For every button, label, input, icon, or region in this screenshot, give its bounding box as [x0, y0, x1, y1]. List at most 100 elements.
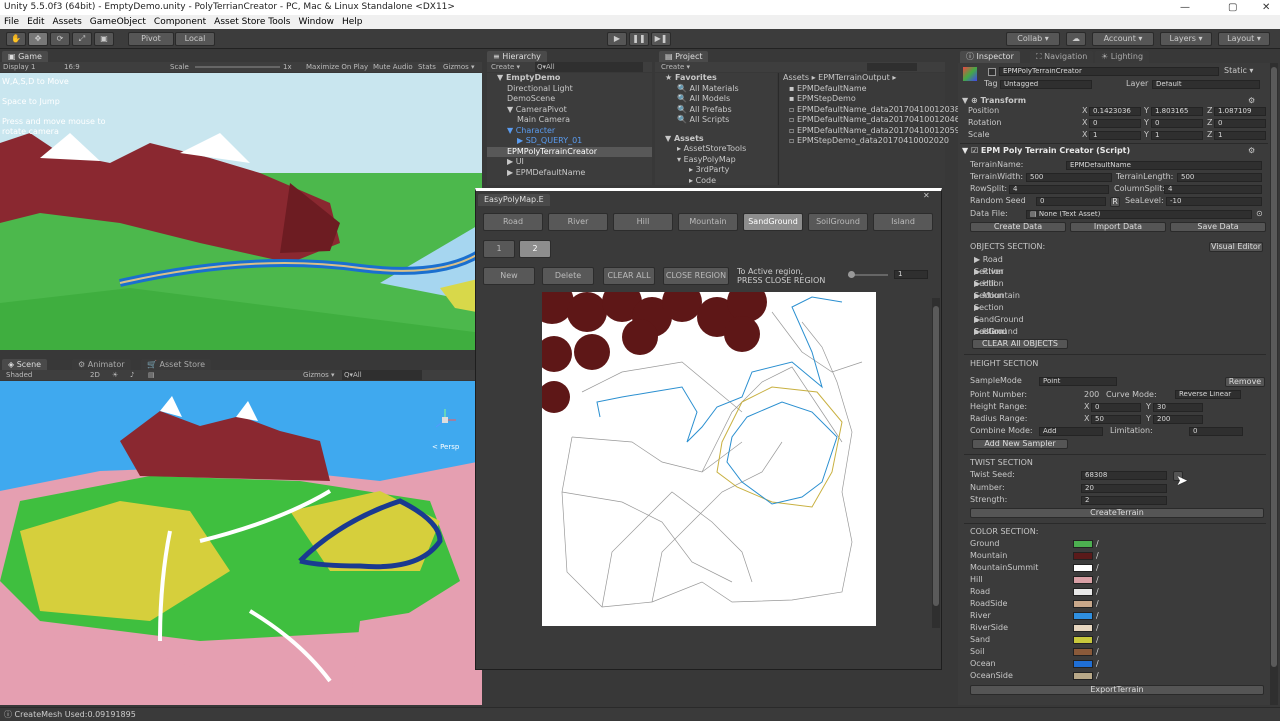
menu-gameobject[interactable]: GameObject: [86, 17, 150, 27]
object-section-item[interactable]: ▶ Road Section: [974, 254, 1024, 276]
hierarchy-item[interactable]: ▼ Character: [487, 126, 652, 137]
type-island-button[interactable]: Island: [873, 213, 933, 231]
color-swatch[interactable]: [1073, 564, 1093, 572]
map-canvas[interactable]: [542, 292, 876, 626]
maximize-button[interactable]: ▢: [1228, 0, 1237, 15]
create-terrain-button[interactable]: CreateTerrain: [970, 508, 1264, 518]
play-button[interactable]: ▶: [607, 32, 627, 46]
type-sandground-button[interactable]: SandGround: [743, 213, 803, 231]
pivot-toggle[interactable]: Pivot: [128, 32, 174, 46]
color-picker-icon[interactable]: ∕: [1096, 539, 1099, 548]
cloud-icon[interactable]: ☁: [1066, 32, 1086, 46]
hierarchy-item[interactable]: ▶ EPMDefaultName: [487, 168, 652, 179]
color-picker-icon[interactable]: ∕: [1096, 671, 1099, 680]
tag-dropdown[interactable]: Untagged: [1000, 80, 1092, 89]
aspect-dropdown[interactable]: 16:9: [64, 62, 80, 72]
easypolymap-scrollbar[interactable]: [932, 298, 940, 628]
type-river-button[interactable]: River: [548, 213, 608, 231]
type-mountain-button[interactable]: Mountain: [678, 213, 738, 231]
export-terrain-button[interactable]: ExportTerrain: [970, 685, 1264, 695]
hierarchy-item[interactable]: ▶ UI: [487, 157, 652, 168]
import-data-button[interactable]: Import Data: [1070, 222, 1166, 232]
maximize-on-play-toggle[interactable]: Maximize On Play: [306, 62, 368, 72]
tab-lighting[interactable]: ☀ Lighting: [1095, 51, 1150, 63]
color-swatch[interactable]: [1073, 588, 1093, 596]
hierarchy-item[interactable]: Main Camera: [487, 115, 652, 126]
project-breadcrumb[interactable]: Assets ▸ EPMTerrainOutput ▸: [779, 73, 945, 84]
collab-dropdown[interactable]: Collab ▾: [1006, 32, 1060, 46]
hierarchy-item[interactable]: ▶ SD_QUERY_01: [487, 136, 652, 147]
combine-mode-dropdown[interactable]: Add: [1039, 427, 1103, 436]
clear-all-objects-button[interactable]: CLEAR All OBJECTS: [972, 339, 1068, 349]
mute-audio-toggle[interactable]: Mute Audio: [373, 62, 413, 72]
favorites-header[interactable]: ★ Favorites: [655, 73, 777, 84]
stats-toggle[interactable]: Stats: [418, 62, 436, 72]
random-seed-button[interactable]: R: [1110, 197, 1120, 207]
tab-navigation[interactable]: ⛶ Navigation: [1030, 51, 1094, 63]
rotation-x[interactable]: 0: [1089, 119, 1141, 128]
hierarchy-item[interactable]: Directional Light: [487, 84, 652, 95]
brush-slider[interactable]: [848, 271, 888, 278]
point-number-value[interactable]: 200: [1084, 390, 1099, 400]
menu-help[interactable]: Help: [338, 17, 367, 27]
pause-button[interactable]: ❚❚: [629, 32, 649, 46]
file-item[interactable]: ▪ EPMStepDemo: [779, 94, 945, 105]
hand-tool-icon[interactable]: ✋: [6, 32, 26, 46]
layers-dropdown[interactable]: Layers ▾: [1160, 32, 1212, 46]
twist-seed-input[interactable]: 68308: [1081, 471, 1167, 480]
shaded-dropdown[interactable]: Shaded: [6, 370, 32, 380]
color-picker-icon[interactable]: ∕: [1096, 611, 1099, 620]
object-section-item[interactable]: ▶ River Section: [974, 266, 1024, 288]
favorite-item[interactable]: 🔍 All Models: [655, 94, 777, 105]
samplemode-dropdown[interactable]: Point: [1039, 377, 1117, 386]
terrain-width-input[interactable]: 500: [1026, 173, 1112, 182]
hierarchy-item[interactable]: DemoScene: [487, 94, 652, 105]
position-x[interactable]: 0.1423036: [1089, 107, 1141, 116]
scale-x[interactable]: 1: [1089, 131, 1141, 140]
limitation-input[interactable]: 0: [1189, 427, 1243, 436]
asset-folder[interactable]: ▸ Code: [655, 176, 777, 187]
tab-easypolymap[interactable]: EasyPolyMap.E: [478, 194, 550, 206]
position-z[interactable]: 1.087109: [1214, 107, 1266, 116]
create-data-button[interactable]: Create Data: [970, 222, 1066, 232]
transform-settings-icon[interactable]: ⚙: [1248, 96, 1255, 106]
favorite-item[interactable]: 🔍 All Scripts: [655, 115, 777, 126]
minimize-button[interactable]: —: [1180, 0, 1190, 15]
effects-icon[interactable]: ▤: [148, 370, 155, 380]
transform-header[interactable]: ▼ ⊕ Transform: [962, 96, 1026, 106]
static-dropdown[interactable]: Static ▾: [1224, 66, 1253, 76]
type-hill-button[interactable]: Hill: [613, 213, 673, 231]
file-item[interactable]: ▫ EPMStepDemo_data20170410002020: [779, 136, 949, 147]
color-picker-icon[interactable]: ∕: [1096, 575, 1099, 584]
terrain-length-input[interactable]: 500: [1177, 173, 1262, 182]
file-item[interactable]: ▪ EPMDefaultName: [779, 84, 945, 95]
audio-icon[interactable]: ♪: [130, 370, 134, 380]
menu-asset-store-tools[interactable]: Asset Store Tools: [210, 17, 294, 27]
color-picker-icon[interactable]: ∕: [1096, 587, 1099, 596]
scene-gizmos-dropdown[interactable]: Gizmos ▾: [303, 370, 335, 380]
expand-arrow-icon[interactable]: ▶: [974, 267, 983, 276]
gizmos-dropdown[interactable]: Gizmos ▾: [443, 62, 475, 72]
2d-toggle[interactable]: 2D: [90, 370, 100, 380]
scale-slider[interactable]: [195, 66, 280, 68]
favorite-item[interactable]: 🔍 All Prefabs: [655, 105, 777, 116]
rotation-y[interactable]: 0: [1151, 119, 1203, 128]
menu-assets[interactable]: Assets: [49, 17, 86, 27]
menu-component[interactable]: Component: [150, 17, 210, 27]
curve-mode-dropdown[interactable]: Reverse Linear: [1175, 390, 1241, 399]
game-viewport[interactable]: W,A,S,D to Move Space to Jump Press and …: [0, 73, 482, 350]
project-create-dropdown[interactable]: Create ▾: [661, 62, 690, 72]
persp-label[interactable]: < Persp: [432, 443, 459, 451]
terrain-name-input[interactable]: EPMDefaultName: [1066, 161, 1262, 170]
page-2-button[interactable]: 2: [519, 240, 551, 258]
step-button[interactable]: ▶❚: [651, 32, 671, 46]
expand-arrow-icon[interactable]: ▶: [974, 327, 983, 336]
hierarchy-item[interactable]: ▼ CameraPivot: [487, 105, 652, 116]
asset-folder[interactable]: ▸ AssetStoreTools: [655, 144, 777, 155]
random-seed-input[interactable]: 0: [1036, 197, 1106, 206]
expand-arrow-icon[interactable]: ▶: [974, 255, 983, 264]
color-swatch[interactable]: [1073, 660, 1093, 668]
add-sampler-button[interactable]: Add New Sampler: [972, 439, 1068, 449]
scene-search-input[interactable]: Q▾All: [342, 370, 422, 380]
new-button[interactable]: New: [483, 267, 535, 285]
